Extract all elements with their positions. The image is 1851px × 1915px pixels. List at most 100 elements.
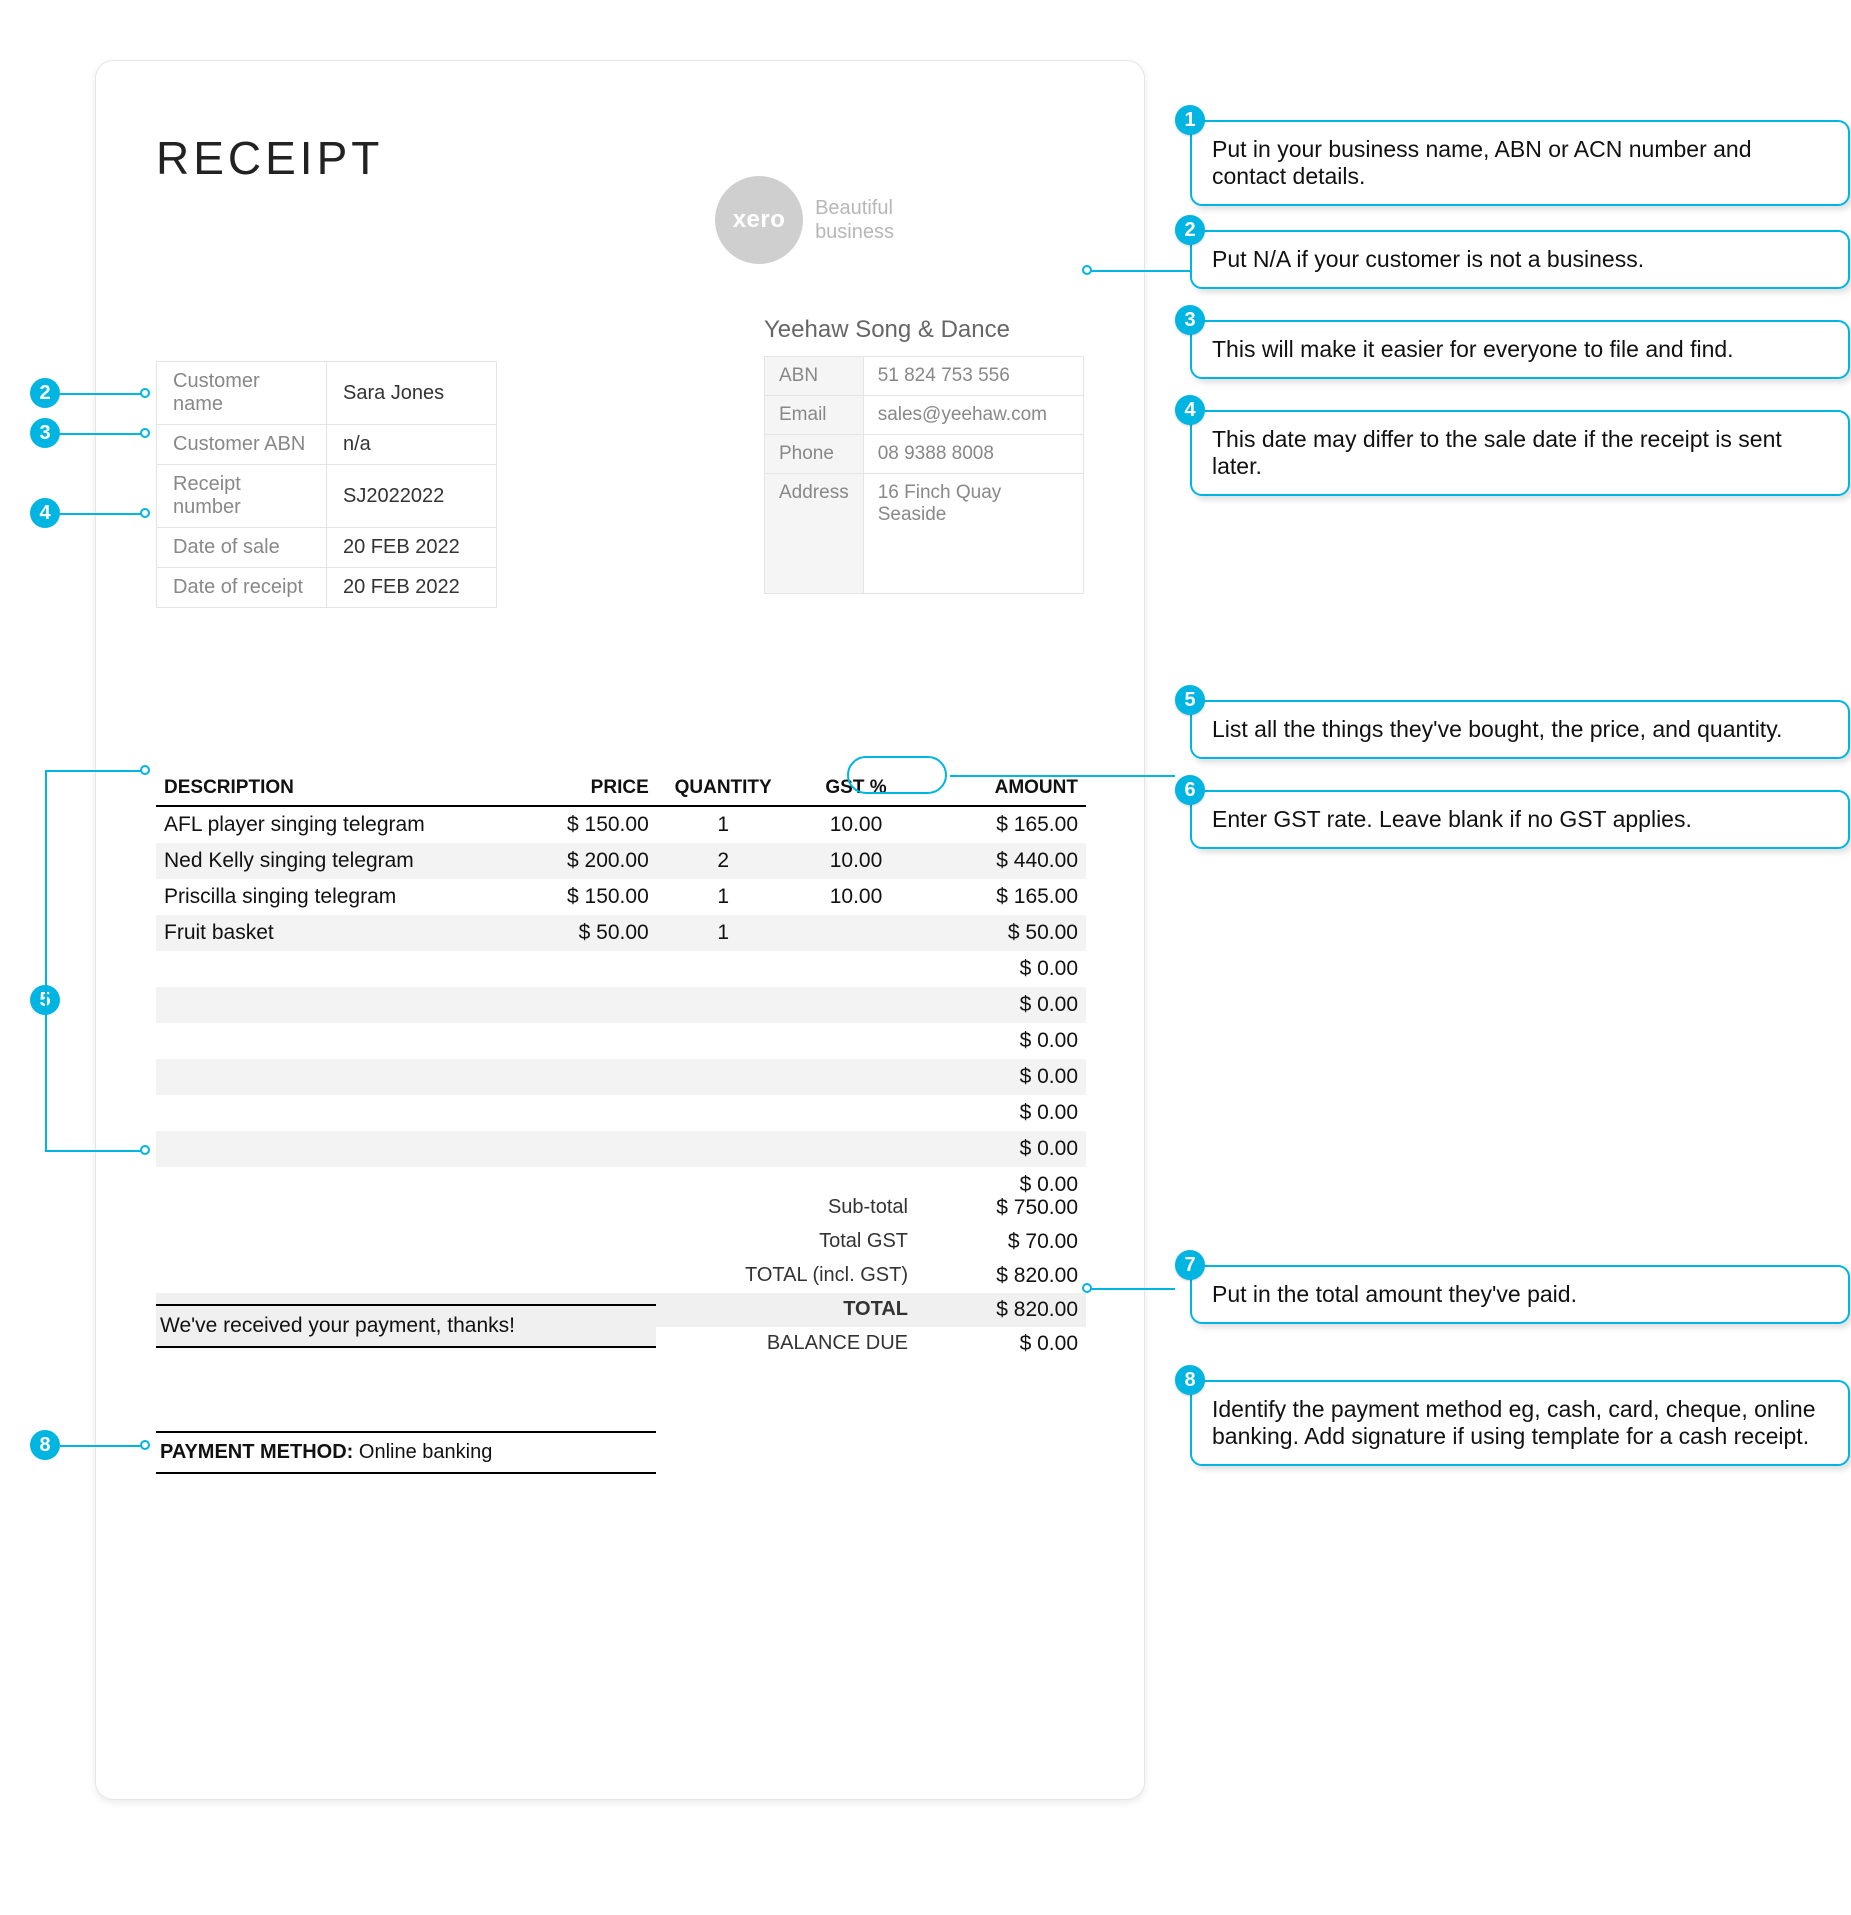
callout-6: Enter GST rate. Leave blank if no GST ap…: [1190, 790, 1850, 849]
item-desc: [156, 1023, 524, 1059]
item-qty: [657, 1059, 790, 1095]
value-biz-address: 16 Finch QuaySeaside: [863, 474, 1083, 594]
item-qty: [657, 1095, 790, 1131]
callout-6-text: Enter GST rate. Leave blank if no GST ap…: [1212, 806, 1692, 832]
table-row: Address16 Finch QuaySeaside: [765, 474, 1084, 594]
item-price: [524, 987, 657, 1023]
connector-dot: [140, 508, 150, 518]
table-row: Date of sale20 FEB 2022: [157, 528, 497, 568]
callout-4-text: This date may differ to the sale date if…: [1212, 426, 1782, 479]
col-gst: GST %: [790, 771, 923, 806]
item-desc: [156, 1059, 524, 1095]
item-gst: [790, 1059, 923, 1095]
total-gst-value: $ 70.00: [926, 1225, 1086, 1259]
balance-value: $ 0.00: [926, 1327, 1086, 1361]
callout-5: List all the things they've bought, the …: [1190, 700, 1850, 759]
item-price: [524, 1059, 657, 1095]
table-row: Priscilla singing telegram$ 150.00110.00…: [156, 879, 1086, 915]
table-row: Customer ABNn/a: [157, 425, 497, 465]
connector-dot: [140, 428, 150, 438]
callout-5-text: List all the things they've bought, the …: [1212, 716, 1782, 742]
col-quantity: QUANTITY: [657, 771, 790, 806]
col-price: PRICE: [524, 771, 657, 806]
callout-8-text: Identify the payment method eg, cash, ca…: [1212, 1396, 1816, 1449]
address-line-1: 16 Finch Quay: [878, 482, 1002, 503]
connector: [60, 393, 142, 395]
item-amount: $ 0.00: [922, 1023, 1086, 1059]
item-gst: [790, 915, 923, 951]
item-desc: [156, 987, 524, 1023]
value-customer-name: Sara Jones: [327, 362, 497, 425]
col-description: DESCRIPTION: [156, 771, 524, 806]
connector: [1090, 1288, 1175, 1290]
item-qty: [657, 1131, 790, 1167]
item-amount: $ 440.00: [922, 843, 1086, 879]
table-row: $ 0.00: [156, 1131, 1086, 1167]
item-qty: 2: [657, 843, 790, 879]
table-row: Customer nameSara Jones: [157, 362, 497, 425]
connector: [60, 1445, 142, 1447]
connector: [45, 1150, 142, 1152]
item-desc: [156, 951, 524, 987]
label-biz-email: Email: [765, 396, 864, 435]
total-gst-label: Total GST: [156, 1225, 926, 1259]
item-gst: [790, 1095, 923, 1131]
item-gst: [790, 1023, 923, 1059]
connector-dot: [1082, 265, 1092, 275]
item-price: $ 150.00: [524, 806, 657, 843]
item-amount: $ 0.00: [922, 987, 1086, 1023]
item-qty: [657, 951, 790, 987]
table-row: AFL player singing telegram$ 150.00110.0…: [156, 806, 1086, 843]
page-title: RECEIPT: [156, 131, 1084, 185]
item-qty: [657, 987, 790, 1023]
total-incl-value: $ 820.00: [926, 1259, 1086, 1293]
subtotal-value: $ 750.00: [926, 1191, 1086, 1225]
total-incl-label: TOTAL (incl. GST): [156, 1259, 926, 1293]
callout-8-badge: 8: [1175, 1365, 1205, 1395]
items-header-row: DESCRIPTION PRICE QUANTITY GST % AMOUNT: [156, 771, 1086, 806]
callout-6-badge: 6: [1175, 775, 1205, 805]
table-row: Emailsales@yeehaw.com: [765, 396, 1084, 435]
connector-dot: [140, 1145, 150, 1155]
connector: [1090, 270, 1190, 272]
table-row: $ 0.00: [156, 951, 1086, 987]
label-customer-name: Customer name: [157, 362, 327, 425]
item-desc: Fruit basket: [156, 915, 524, 951]
left-badge-2: 2: [30, 378, 60, 408]
item-amount: $ 0.00: [922, 1131, 1086, 1167]
connector: [60, 433, 142, 435]
item-gst: 10.00: [790, 806, 923, 843]
total-gst-row: Total GST$ 70.00: [156, 1225, 1086, 1259]
xero-logo-icon: xero: [715, 176, 803, 264]
receipt-document: RECEIPT xero Beautiful business Customer…: [95, 60, 1145, 1800]
item-gst: [790, 951, 923, 987]
label-date-of-sale: Date of sale: [157, 528, 327, 568]
items-table: DESCRIPTION PRICE QUANTITY GST % AMOUNT …: [156, 771, 1086, 1203]
callout-3-badge: 3: [1175, 305, 1205, 335]
payment-method-label: PAYMENT METHOD:: [160, 1441, 353, 1463]
item-gst: [790, 1131, 923, 1167]
subtotal-row: Sub-total$ 750.00: [156, 1191, 1086, 1225]
item-gst: 10.00: [790, 879, 923, 915]
label-biz-address: Address: [765, 474, 864, 594]
callout-1: Put in your business name, ABN or ACN nu…: [1190, 120, 1850, 206]
connector-dot: [1082, 1283, 1092, 1293]
connector: [45, 770, 47, 1150]
value-biz-phone: 08 9388 8008: [863, 435, 1083, 474]
business-name: Yeehaw Song & Dance: [764, 316, 1084, 344]
brand-tagline-1: Beautiful: [815, 196, 894, 220]
connector-dot: [140, 1440, 150, 1450]
callout-3: This will make it easier for everyone to…: [1190, 320, 1850, 379]
item-desc: Priscilla singing telegram: [156, 879, 524, 915]
connector: [60, 513, 142, 515]
callout-3-text: This will make it easier for everyone to…: [1212, 336, 1734, 362]
callout-7: Put in the total amount they've paid.: [1190, 1265, 1850, 1324]
item-price: $ 150.00: [524, 879, 657, 915]
label-biz-abn: ABN: [765, 357, 864, 396]
callout-7-text: Put in the total amount they've paid.: [1212, 1281, 1577, 1307]
item-qty: [657, 1023, 790, 1059]
item-price: [524, 951, 657, 987]
left-badge-8: 8: [30, 1430, 60, 1460]
thanks-message: We've received your payment, thanks!: [156, 1304, 656, 1348]
item-desc: Ned Kelly singing telegram: [156, 843, 524, 879]
